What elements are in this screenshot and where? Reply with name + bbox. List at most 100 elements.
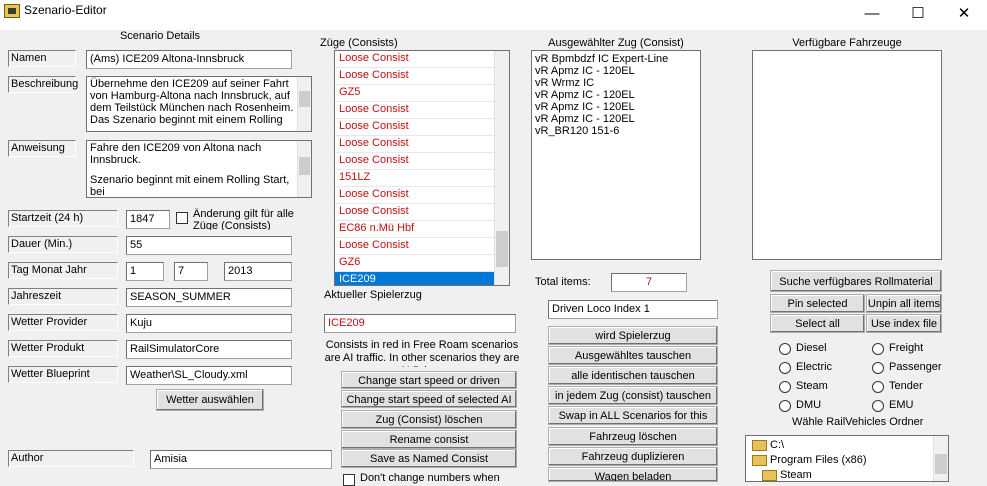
set-player-train-button[interactable]: wird Spielerzug [548, 326, 718, 345]
swap-all-scenarios-button[interactable]: Swap in ALL Scenarios for this route [548, 406, 718, 425]
dont-change-numbers-checkbox[interactable] [343, 474, 355, 486]
delete-vehicle-button[interactable]: Fahrzeug löschen [548, 427, 718, 446]
consist-item[interactable]: Loose Consist [335, 51, 494, 68]
instruction-line-1: Fahre den ICE209 von Altona nach Innsbru… [90, 142, 262, 166]
start-time-label: Startzeit (24 h) [8, 210, 118, 227]
search-rolling-stock-button[interactable]: Suche verfügbares Rollmaterial [770, 270, 942, 292]
consist-item[interactable]: 151LZ [335, 170, 494, 187]
consist-item[interactable]: Loose Consist [335, 204, 494, 221]
consist-item[interactable]: EC86 n.Mü Hbf [335, 221, 494, 238]
tree-item-program-files[interactable]: Program Files (x86) [752, 453, 948, 468]
consist-item[interactable]: Loose Consist [335, 136, 494, 153]
change-all-label: Änderung gilt für alle Züge (Consists) [193, 208, 294, 230]
radio-emu[interactable] [872, 400, 884, 412]
vehicle-item[interactable]: vR Bpmbdzf IC Expert-Line [532, 53, 700, 65]
weather-provider-field[interactable]: Kuju [126, 314, 292, 333]
season-field[interactable]: SEASON_SUMMER [126, 288, 292, 307]
radio-tender-label: Tender [889, 380, 923, 392]
radio-steam[interactable] [779, 381, 791, 393]
player-train-field[interactable]: ICE209 [324, 314, 516, 333]
close-button[interactable]: ✕ [941, 0, 987, 30]
save-named-consist-button[interactable]: Save as Named Consist [341, 449, 517, 468]
name-field[interactable]: (Ams) ICE209 Altona-Innsbruck [86, 50, 292, 69]
folder-icon [762, 469, 777, 481]
consist-item[interactable]: Loose Consist [335, 153, 494, 170]
vehicle-item[interactable]: vR Apmz IC - 120EL [532, 101, 700, 113]
consists-heading: Züge (Consists) [320, 37, 398, 49]
radio-emu-label: EMU [889, 399, 914, 411]
day-field[interactable]: 1 [126, 262, 164, 281]
consist-item[interactable]: Loose Consist [335, 102, 494, 119]
minimize-button[interactable]: — [849, 0, 895, 30]
duplicate-vehicle-button[interactable]: Fahrzeug duplizieren [548, 447, 718, 466]
selected-consist-heading: Ausgewählter Zug (Consist) [548, 37, 684, 49]
consists-scrollbar[interactable] [494, 51, 509, 285]
radio-passenger[interactable] [872, 362, 884, 374]
vehicle-item[interactable]: vR Apmz IC - 120EL [532, 89, 700, 101]
radio-dmu[interactable] [779, 400, 791, 412]
weather-product-field[interactable]: RailSimulatorCore [126, 340, 292, 359]
maximize-button[interactable]: ☐ [895, 0, 941, 30]
vehicle-item[interactable]: vR_BR120 151-6 [532, 125, 700, 137]
consist-item[interactable]: Loose Consist [335, 238, 494, 255]
tree-item-c-drive[interactable]: C:\ [752, 438, 948, 453]
instruction-line-2: Szenario beginnt mit einem Rolling Start… [90, 174, 290, 198]
window-title: Szenario-Editor [24, 3, 107, 17]
vehicle-item[interactable]: vR Wrmz IC [532, 77, 700, 89]
select-all-button[interactable]: Select all [770, 314, 865, 333]
description-scrollbar[interactable] [297, 77, 311, 131]
start-time-field[interactable]: 1847 [126, 210, 170, 229]
consist-item[interactable]: Loose Consist [335, 187, 494, 204]
description-field[interactable]: Übernehme den ICE209 auf seiner Fahrt vo… [86, 76, 312, 132]
radio-tender[interactable] [872, 381, 884, 393]
radio-freight-label: Freight [889, 342, 924, 354]
driven-loco-index-field[interactable]: Driven Loco Index 1 [548, 300, 718, 319]
title-bar [0, 0, 987, 30]
duration-field[interactable]: 55 [126, 236, 292, 255]
season-label: Jahreszeit [8, 288, 118, 305]
author-field[interactable]: Amisia [150, 450, 332, 469]
vehicle-item[interactable]: vR Apmz IC - 120EL [532, 113, 700, 125]
unpin-all-button[interactable]: Unpin all items [866, 294, 942, 313]
app-icon [4, 4, 20, 18]
player-train-label: Aktueller Spielerzug [324, 289, 422, 301]
name-label: Namen [8, 50, 76, 67]
consists-listbox[interactable]: Loose Consist Loose Consist GZ5 Loose Consi… [334, 50, 510, 286]
month-field[interactable]: 7 [174, 262, 208, 281]
consist-item[interactable]: GZ5 [335, 85, 494, 102]
use-index-file-button[interactable]: Use index file [866, 314, 942, 333]
consist-item[interactable]: GZ6 [335, 255, 494, 272]
swap-identical-button[interactable]: alle identischen tauschen [548, 366, 718, 385]
folder-tree[interactable]: C:\ Program Files (x86) Steam [745, 435, 949, 482]
year-field[interactable]: 2013 [224, 262, 292, 281]
radio-freight[interactable] [872, 343, 884, 355]
consist-item[interactable]: Loose Consist [335, 68, 494, 85]
available-vehicles-listbox[interactable] [752, 50, 942, 260]
consist-item[interactable]: Loose Consist [335, 119, 494, 136]
select-weather-button[interactable]: Wetter auswählen [156, 389, 264, 411]
folder-tree-scrollbar[interactable] [933, 436, 948, 481]
instruction-scrollbar[interactable] [297, 141, 311, 197]
consist-item[interactable]: ICE209 [335, 272, 494, 285]
weather-blueprint-field[interactable]: Weather\SL_Cloudy.xml [126, 366, 292, 385]
swap-selected-button[interactable]: Ausgewähltes tauschen [548, 346, 718, 365]
change-start-speed-button[interactable]: Change start speed or driven consist [341, 371, 517, 389]
radio-diesel[interactable] [779, 343, 791, 355]
dont-change-numbers-label: Don't change numbers when [360, 472, 500, 484]
swap-every-consist-button[interactable]: in jedem Zug (consist) tauschen [548, 386, 718, 405]
load-wagon-button[interactable]: Wagen beladen [548, 467, 718, 482]
tree-item-steam[interactable]: Steam [752, 468, 948, 481]
radio-electric[interactable] [779, 362, 791, 374]
instruction-field[interactable]: Fahre den ICE209 von Altona nach Innsbru… [86, 140, 312, 198]
selected-consist-listbox[interactable]: vR Bpmbdzf IC Expert-Line vR Apmz IC - 12… [531, 50, 701, 260]
folder-select-label: Wähle RailVehicles Ordner [792, 416, 924, 428]
rename-consist-button[interactable]: Rename consist [341, 430, 517, 449]
weather-product-label: Wetter Produkt [8, 340, 118, 357]
vehicle-item[interactable]: vR Apmz IC - 120EL [532, 65, 700, 77]
change-all-checkbox[interactable] [176, 212, 188, 224]
available-vehicles-heading: Verfügbare Fahrzeuge [792, 37, 902, 49]
delete-consist-button[interactable]: Zug (Consist) löschen [341, 410, 517, 429]
change-ai-start-speed-button[interactable]: Change start speed of selected AI consis… [341, 390, 517, 408]
pin-selected-button[interactable]: Pin selected [770, 294, 865, 313]
description-label: Beschreibung [8, 76, 78, 93]
